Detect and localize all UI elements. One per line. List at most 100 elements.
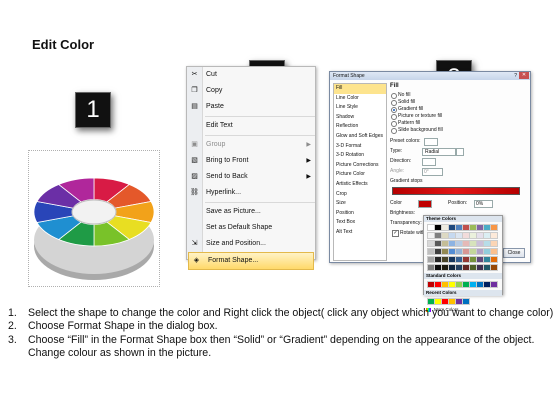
direction-dropdown[interactable] [422, 158, 436, 166]
submenu-arrow-icon: ▶ [306, 174, 311, 180]
step-1-badge: 1 [75, 92, 111, 128]
color-dropdown[interactable] [418, 200, 432, 208]
menu-item-paste[interactable]: ▤ Paste [187, 99, 315, 115]
position-label: Position: [448, 200, 468, 206]
paste-icon: ▤ [191, 103, 198, 110]
format-shape-icon: ◈ [193, 257, 200, 264]
fill-option-radio[interactable]: Pattern fill [390, 120, 524, 127]
instruction-item: 1. Select the shape to change the color a… [6, 307, 554, 320]
edit-text-icon [190, 122, 199, 130]
menu-item-label: Edit Text [206, 122, 233, 129]
ring-hole [71, 199, 117, 225]
category-item[interactable]: Glow and Soft Edges [334, 132, 386, 142]
category-item[interactable]: Picture Color [334, 170, 386, 180]
theme-color-swatch[interactable] [490, 224, 498, 231]
instruction-number: 2. [8, 320, 17, 333]
category-item[interactable]: 3-D Format [334, 142, 386, 152]
fill-option-radio[interactable]: Picture or texture fill [390, 113, 524, 120]
close-icon[interactable]: ✕ [519, 72, 529, 79]
category-item[interactable]: Size [334, 199, 386, 209]
menu-item-size-position[interactable]: ⇲ Size and Position... [187, 236, 315, 252]
menu-item-scissors[interactable]: ✂ Cut [187, 67, 315, 83]
group-icon: ▣ [191, 141, 198, 148]
submenu-arrow-icon: ▶ [306, 142, 311, 148]
dialog-title: Format Shape [333, 73, 365, 79]
scissors-icon: ✂ [191, 71, 198, 78]
instruction-text: Select the shape to change the color and… [28, 307, 554, 319]
menu-item-hyperlink[interactable]: ⛓ Hyperlink... [187, 185, 315, 201]
category-item[interactable]: Position [334, 209, 386, 219]
menu-item-label: Cut [206, 71, 217, 78]
chevron-down-icon[interactable] [456, 148, 464, 156]
category-item[interactable]: Reflection [334, 122, 386, 132]
theme-color-swatch[interactable] [490, 232, 498, 239]
category-item[interactable]: Line Style [334, 103, 386, 113]
instruction-text: Choose “Fill” in the Format Shape box th… [28, 333, 535, 360]
preset-colors-dropdown[interactable] [424, 138, 438, 146]
hyperlink-icon: ⛓ [190, 189, 199, 196]
default-shape-icon [190, 224, 199, 232]
bring-to-front-icon: ▧ [191, 157, 198, 164]
close-button[interactable]: Close [503, 248, 525, 258]
category-item[interactable]: 3-D Rotation [334, 151, 386, 161]
category-item[interactable]: Picture Corrections [334, 161, 386, 171]
menu-item-save-picture[interactable]: Save as Picture... [187, 204, 315, 220]
brightness-label: Brightness: [390, 210, 416, 216]
category-item[interactable]: Crop [334, 190, 386, 200]
size-position-icon: ⇲ [191, 240, 198, 247]
instruction-item: 3. Choose “Fill” in the Format Shape box … [6, 334, 554, 361]
position-input[interactable]: 0% [474, 200, 493, 208]
fill-option-radio[interactable]: Slide background fill [390, 127, 524, 134]
category-item[interactable]: Alt Text [334, 228, 386, 238]
theme-colors-grid [424, 222, 502, 273]
theme-color-swatch[interactable] [490, 256, 498, 263]
menu-item-bring-to-front[interactable]: ▧ Bring to Front ▶ [187, 153, 315, 169]
menu-separator [205, 135, 315, 136]
preset-colors-label: Preset colors: [390, 138, 421, 144]
instruction-item: 2. Choose Format Shape in the dialog box. [6, 320, 554, 333]
menu-separator [205, 202, 315, 203]
type-select[interactable]: Radial [422, 148, 456, 156]
instruction-number: 1. [8, 307, 17, 319]
recent-colors-grid [424, 296, 502, 307]
category-item[interactable]: Text Box [334, 218, 386, 228]
page-title: Edit Color [32, 37, 95, 52]
submenu-arrow-icon: ▶ [306, 158, 311, 164]
theme-color-swatch[interactable] [490, 264, 498, 271]
fill-option-radio[interactable]: Solid fill [390, 99, 524, 106]
category-item[interactable]: Shadow [334, 113, 386, 123]
theme-color-swatch[interactable] [490, 248, 498, 255]
instruction-number: 3. [8, 333, 17, 346]
angle-input[interactable]: 0° [422, 168, 443, 176]
direction-label: Direction: [390, 158, 412, 164]
fill-option-radio[interactable]: Gradient fill [390, 106, 524, 113]
menu-item-edit-text[interactable]: Edit Text [187, 118, 315, 134]
menu-item-label: Format Shape... [208, 257, 259, 264]
menu-item-default-shape[interactable]: Set as Default Shape [187, 220, 315, 236]
category-item[interactable]: Line Color [334, 94, 386, 104]
menu-item-copy[interactable]: ❐ Copy [187, 83, 315, 99]
fill-option-radio[interactable]: No fill [390, 92, 524, 99]
category-item[interactable]: Fill [334, 84, 386, 94]
rotate-checkbox[interactable]: ✓ [392, 230, 399, 237]
save-picture-icon [190, 208, 199, 216]
puzzle-ring-graphic[interactable] [28, 160, 160, 290]
theme-color-swatch[interactable] [490, 240, 498, 247]
menu-item-group[interactable]: ▣ Group ▶ [187, 137, 315, 153]
context-menu: ✂ Cut ❐ Copy ▤ Paste Edit Text ▣ Group ▶ ▧ Bring to… [186, 66, 316, 270]
menu-item-send-to-back[interactable]: ▨ Send to Back ▶ [187, 169, 315, 185]
gradient-stops-bar[interactable] [392, 187, 520, 195]
copy-icon: ❐ [191, 87, 198, 94]
category-item[interactable]: Artistic Effects [334, 180, 386, 190]
color-label: Color [390, 200, 402, 206]
menu-item-label: Bring to Front [206, 157, 249, 164]
menu-item-label: Hyperlink... [206, 189, 242, 196]
menu-item-label: Size and Position... [206, 240, 266, 247]
menu-item-label: Copy [206, 87, 223, 94]
recent-color-swatch[interactable] [462, 298, 470, 305]
gradient-stops-label: Gradient stops [390, 178, 423, 184]
send-to-back-icon: ▨ [191, 173, 198, 180]
help-icon[interactable]: ? [514, 72, 517, 80]
menu-item-format-shape[interactable]: ◈ Format Shape... [188, 252, 314, 270]
standard-color-swatch[interactable] [490, 281, 498, 288]
